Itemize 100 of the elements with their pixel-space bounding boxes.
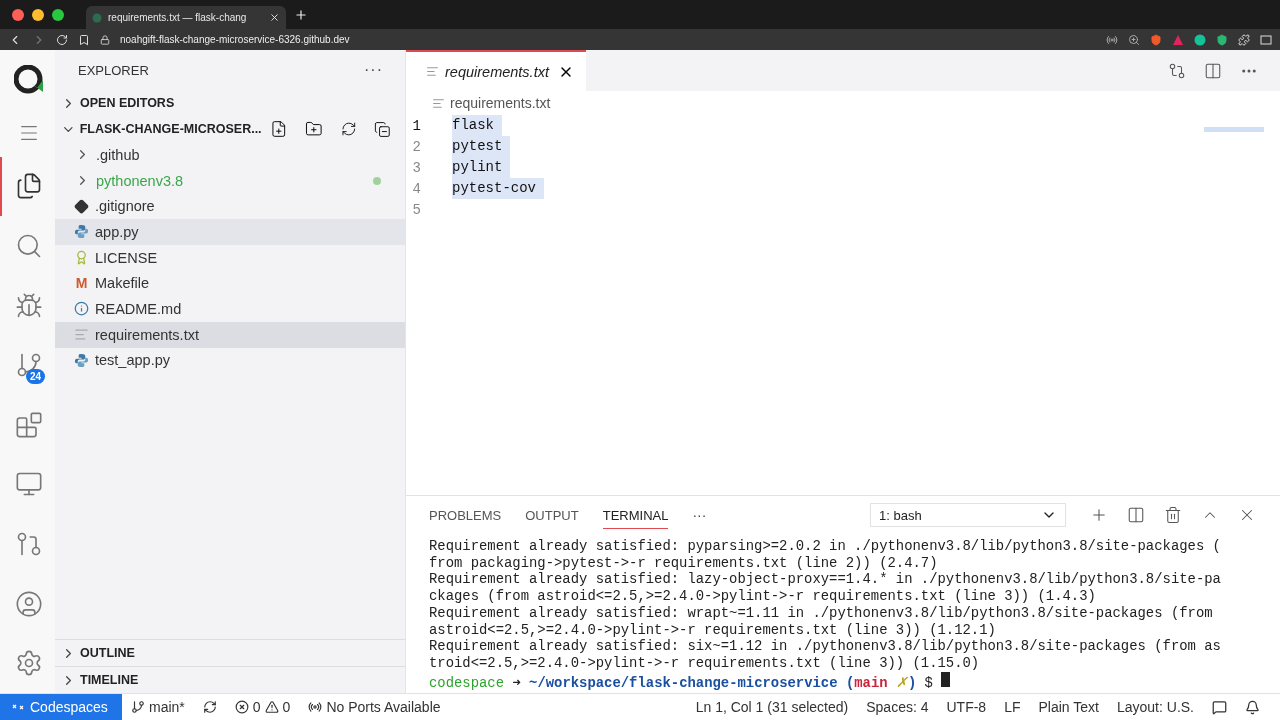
text-file-icon (432, 96, 445, 110)
account-icon (14, 589, 43, 618)
sidebar-title: EXPLORER (78, 62, 149, 78)
count-badge: 24 (26, 369, 46, 385)
editor-tab[interactable]: requirements.txt (406, 50, 586, 91)
shield-icon[interactable] (1216, 33, 1228, 46)
minimap-selection (1204, 127, 1264, 132)
maximize-window-button[interactable] (52, 8, 64, 21)
terminal-select[interactable]: 1: bash (870, 503, 1066, 527)
broadcast-icon[interactable] (1106, 33, 1118, 46)
trash-icon[interactable] (1164, 506, 1182, 524)
file-name[interactable]: Makefile (95, 275, 381, 292)
branch-status[interactable]: main* (122, 699, 194, 715)
line-number: 5 (411, 201, 422, 218)
terminal-line: Requirement already satisfied: pyparsing>=2.0.2 in ./pythonenv3.8/lib/python3.8/site-packages ( (429, 538, 1222, 555)
status-item[interactable]: Spaces: 4 (857, 699, 938, 715)
makefile-icon: M (74, 275, 89, 292)
more-button[interactable]: ··· (692, 507, 707, 523)
browser-tab[interactable]: requirements.txt — flask-chang (86, 6, 286, 29)
more-actions-button[interactable]: ··· (364, 61, 383, 79)
warning-icon (264, 700, 279, 714)
panel-tab[interactable]: PROBLEMS (429, 501, 502, 529)
python-icon (74, 352, 89, 368)
text-file-icon (74, 327, 89, 343)
line-number: 2 (411, 138, 422, 155)
prompt-text: ~/workspace/flask-change-microservice (529, 674, 838, 691)
status-item[interactable]: UTF-8 (937, 699, 996, 715)
zoom-icon[interactable] (1128, 33, 1140, 46)
terminal-line: from packaging->pytest->-r requirements.txt (line 2)) (2.4.7) (429, 554, 939, 572)
collapse-all-icon[interactable] (374, 120, 391, 138)
prompt-text: codespace (429, 674, 505, 691)
new-file-icon[interactable] (269, 120, 288, 138)
extensions-icon[interactable] (1238, 33, 1250, 46)
tab-favicon-icon (92, 12, 102, 23)
ribbon-icon (74, 250, 89, 266)
refresh-icon[interactable] (340, 121, 357, 137)
sync-icon[interactable] (202, 700, 217, 714)
section-header[interactable]: OPEN EDITORS (80, 96, 175, 110)
section-header[interactable]: OUTLINE (80, 646, 135, 660)
status-item[interactable]: Plain Text (1029, 699, 1108, 715)
prompt-text: $ (924, 674, 933, 691)
terminal-line: ckages (from astroid<=2.5,>=2.4.0->pylint->-r requirements.txt (line 3)) (1.4.3) (429, 588, 1097, 605)
ports-status[interactable]: No Ports Available (299, 699, 450, 715)
file-name[interactable]: .github (96, 146, 381, 163)
remote-button[interactable]: Codespaces (0, 694, 122, 720)
diamond-icon (74, 198, 89, 214)
status-item[interactable]: Layout: U.S. (1107, 699, 1203, 715)
info-icon (74, 301, 89, 317)
file-name[interactable]: LICENSE (95, 249, 381, 266)
compare-icon[interactable] (1168, 61, 1186, 80)
terminal-line: Requirement already satisfied: wrapt~=1.11 in ./pythonenv3.8/lib/python3.8/site-packages (from (429, 604, 1214, 622)
branch-icon (131, 700, 145, 714)
prompt-text: ( (845, 674, 855, 691)
breadcrumb[interactable]: requirements.txt (450, 95, 551, 111)
terminal-line: troid<=2.5,>=2.4.0->pylint->-r requirements.txt (line 3)) (1.15.0) (429, 654, 981, 672)
prompt-text: ➜ (512, 674, 521, 691)
prompt-text: main (854, 674, 888, 691)
panel-tab[interactable]: OUTPUT (525, 501, 579, 529)
file-name[interactable]: .gitignore (95, 198, 381, 215)
new-folder-icon[interactable] (305, 120, 323, 138)
line-number: 4 (411, 180, 422, 197)
terminal-cursor (940, 671, 950, 687)
python-icon (74, 224, 89, 240)
section-header[interactable]: TIMELINE (80, 673, 139, 687)
sidebar-toggle-icon[interactable] (1260, 33, 1272, 46)
status-dot (373, 176, 381, 185)
shield-icon[interactable] (1150, 33, 1162, 46)
triangle-icon[interactable] (1172, 33, 1184, 46)
file-name[interactable]: test_app.py (95, 352, 381, 369)
text-file-icon (426, 65, 439, 78)
prompt-text: ) (907, 674, 917, 691)
antenna-icon (308, 700, 323, 714)
logo-icon[interactable] (13, 64, 44, 95)
status-item[interactable]: LF (995, 699, 1030, 715)
file-name[interactable]: README.md (95, 300, 381, 317)
split-editor-icon[interactable] (1204, 61, 1222, 80)
bookmark-icon[interactable] (78, 33, 90, 46)
minimize-window-button[interactable] (32, 8, 44, 21)
notifications-icon[interactable] (1245, 699, 1260, 715)
panel-tab[interactable]: TERMINAL (602, 501, 669, 529)
url-field[interactable]: noahgift-flask-change-microservice-6326.github.dev (120, 34, 350, 45)
extension-icon[interactable] (1194, 33, 1206, 46)
extensions-icon (14, 410, 43, 439)
prompt-text: ✗ (895, 674, 908, 691)
close-icon[interactable] (269, 12, 280, 23)
new-tab-icon[interactable] (294, 7, 308, 22)
terminal-line: Requirement already satisfied: lazy-object-proxy==1.4.* in ./pythonenv3.8/lib/python3.8/site-pa (429, 571, 1222, 589)
lock-icon (100, 34, 110, 45)
status-item[interactable]: Ln 1, Col 1 (31 selected) (686, 699, 858, 715)
error-icon (234, 700, 249, 714)
terminal-line: astroid<=2.5,>=2.4.0->pylint->-r requirements.txt (line 3)) (1.12.1) (429, 621, 997, 639)
split-terminal-icon[interactable] (1127, 506, 1145, 524)
problems-status[interactable]: 0 0 (225, 699, 300, 715)
close-window-button[interactable] (12, 8, 24, 21)
feedback-icon[interactable] (1212, 699, 1227, 715)
reload-icon[interactable] (56, 33, 68, 46)
bug-icon (14, 291, 43, 320)
folder-header[interactable]: FLASK-CHANGE-MICROSER... (79, 122, 262, 136)
terminal-line: Requirement already satisfied: six~=1.12 in ./pythonenv3.8/lib/python3.8/site-packages (from as (429, 638, 1222, 655)
line-number: 3 (411, 159, 422, 176)
